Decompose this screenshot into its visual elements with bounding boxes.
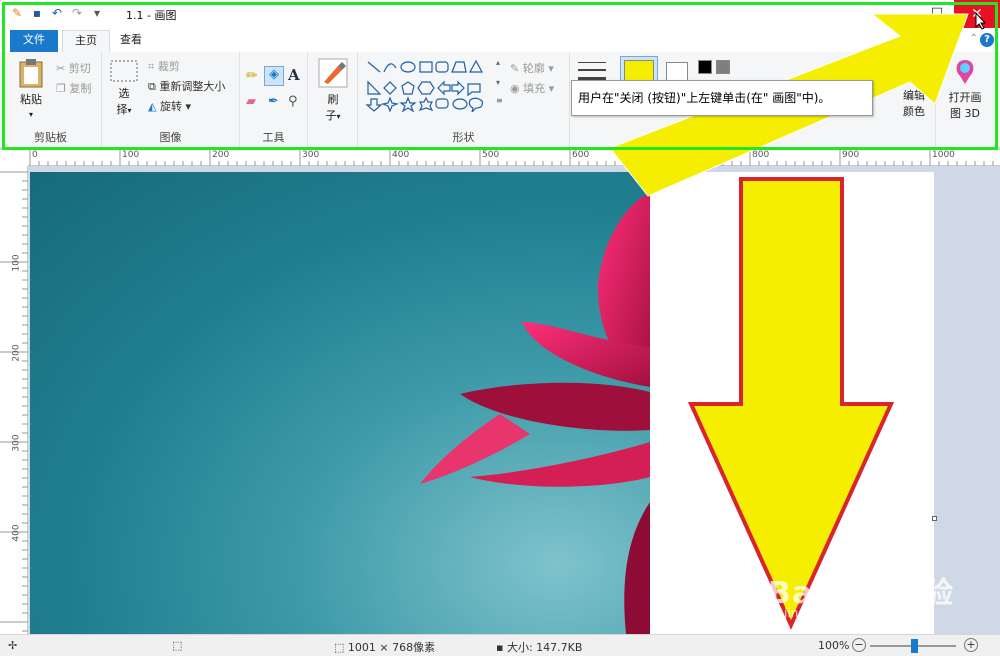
down-arrow-annotation [687, 177, 895, 630]
baidu-watermark-url: jingyan.baidu.com [784, 606, 895, 620]
action-tooltip: 用户在"关闭 (按钮)"上左键单击(在" 画图"中)。 [571, 80, 873, 116]
mouse-cursor-icon [975, 12, 987, 30]
